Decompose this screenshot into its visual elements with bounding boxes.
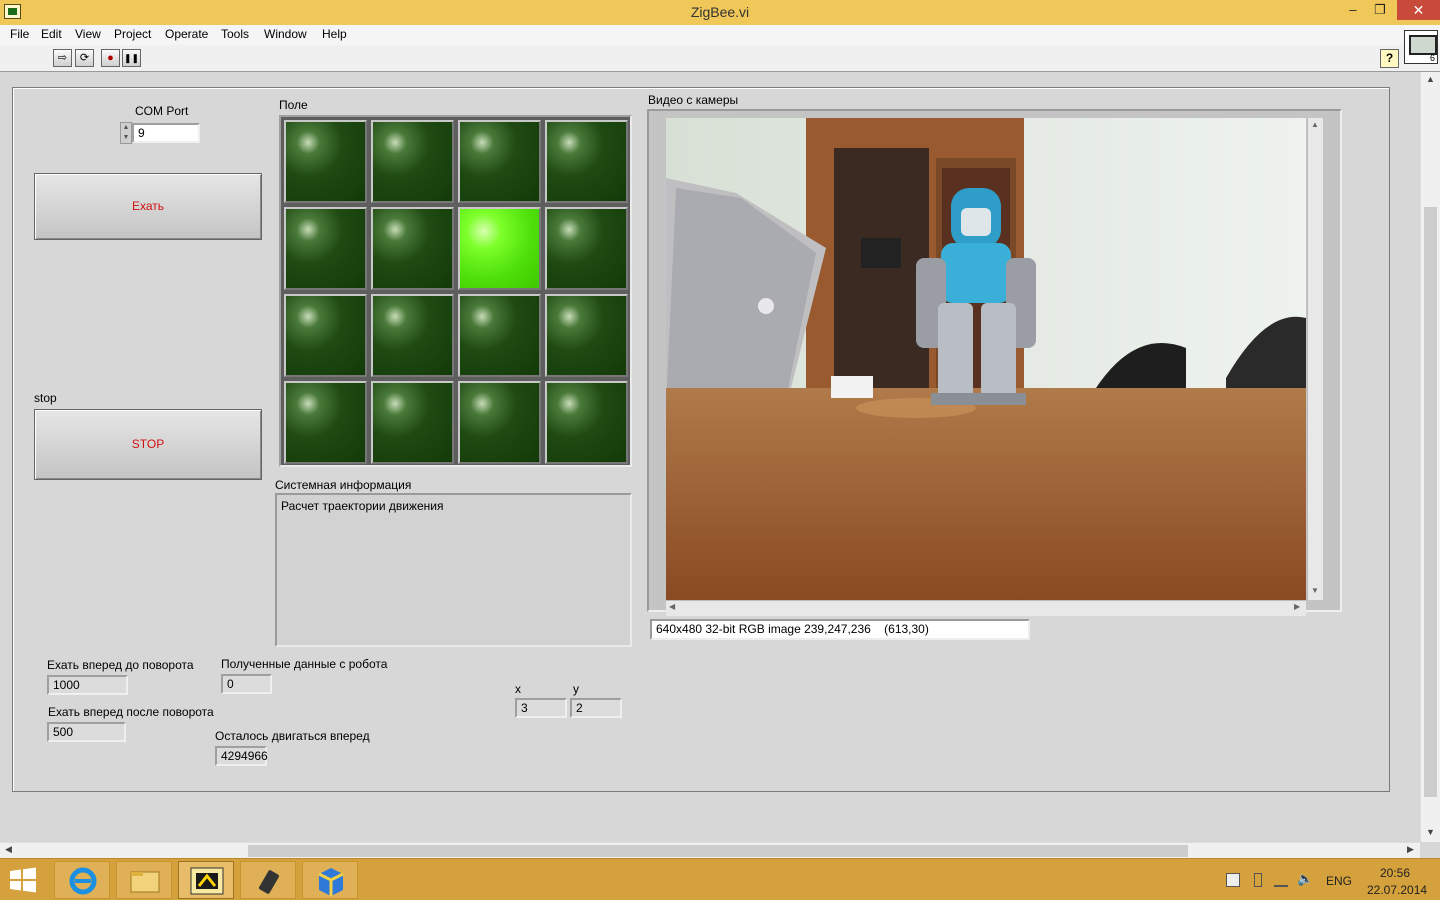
- field-cell-led[interactable]: [458, 381, 541, 464]
- restore-button[interactable]: ❐: [1365, 0, 1395, 22]
- menu-project[interactable]: Project: [112, 25, 153, 45]
- run-continuously-icon[interactable]: ⟳: [75, 49, 94, 67]
- menu-file[interactable]: File: [8, 25, 31, 45]
- file-explorer-icon[interactable]: [116, 861, 172, 899]
- toolbar: ⇨ ⟳ ● ❚❚ ?: [0, 45, 1440, 72]
- go-button[interactable]: Ехать: [34, 173, 262, 240]
- field-cell-led[interactable]: [545, 381, 628, 464]
- robot-scene-image: [666, 118, 1306, 600]
- clock-time[interactable]: 20:56: [1380, 866, 1410, 880]
- field-cell-led[interactable]: [284, 294, 367, 377]
- forward-before-turn-label: Ехать вперед до поворота: [47, 658, 194, 672]
- go-button-label: Ехать: [131, 199, 165, 213]
- menu-bar: File Edit View Project Operate Tools Win…: [0, 25, 1440, 45]
- camera-horizontal-scrollbar[interactable]: ◀ ▶: [666, 600, 1306, 616]
- menu-edit[interactable]: Edit: [39, 25, 64, 45]
- stop-button[interactable]: STOP: [34, 409, 262, 480]
- window-title: ZigBee.vi: [690, 4, 750, 20]
- windows-start-icon[interactable]: [8, 867, 38, 893]
- field-cell-led[interactable]: [371, 120, 454, 203]
- forward-after-turn-input[interactable]: 500: [47, 722, 126, 742]
- scroll-down-icon[interactable]: ▼: [1426, 827, 1435, 837]
- menu-operate[interactable]: Operate: [163, 25, 210, 45]
- menu-help[interactable]: Help: [320, 25, 349, 45]
- ie-icon[interactable]: [54, 861, 110, 899]
- field-cell-led[interactable]: [458, 207, 541, 290]
- system-info-text: Расчет траектории движения: [281, 499, 444, 513]
- forward-after-turn-label: Ехать вперед после поворота: [48, 705, 214, 719]
- menu-window[interactable]: Window: [262, 25, 309, 45]
- received-data-indicator: 0: [221, 674, 272, 694]
- title-bar[interactable]: ZigBee.vi – ❐ ✕: [0, 0, 1440, 25]
- field-cell-led[interactable]: [284, 207, 367, 290]
- y-indicator: 2: [570, 698, 622, 718]
- pause-icon[interactable]: ❚❚: [122, 49, 141, 67]
- system-info-textbox[interactable]: Расчет траектории движения: [275, 493, 632, 647]
- received-data-label: Полученные данные с робота: [221, 657, 388, 671]
- field-cell-led[interactable]: [284, 120, 367, 203]
- taskbar: 🔈 ENG 20:56 22.07.2014: [0, 858, 1440, 900]
- window-vertical-scrollbar[interactable]: ▲ ▼: [1420, 72, 1440, 842]
- camera-label: Видео с камеры: [648, 93, 739, 107]
- action-center-flag-icon[interactable]: [1226, 873, 1240, 887]
- y-label: y: [573, 682, 579, 696]
- window-vscroll-thumb[interactable]: [1424, 207, 1437, 797]
- battery-icon[interactable]: [1254, 873, 1262, 887]
- minimize-button[interactable]: –: [1338, 0, 1368, 22]
- field-cell-led[interactable]: [545, 207, 628, 290]
- remaining-forward-indicator: 4294966: [215, 746, 268, 766]
- volume-icon[interactable]: 🔈: [1297, 871, 1313, 887]
- field-cell-led[interactable]: [545, 294, 628, 377]
- x-label: x: [515, 682, 521, 696]
- window-horizontal-scrollbar[interactable]: ◀ ▶: [0, 842, 1420, 858]
- abort-execution-icon[interactable]: ●: [101, 49, 120, 67]
- vi-connector-icon[interactable]: [1404, 30, 1438, 64]
- remaining-forward-label: Осталось двигаться вперед: [215, 729, 370, 743]
- language-indicator[interactable]: ENG: [1326, 874, 1352, 888]
- window-hscroll-thumb[interactable]: [248, 845, 1188, 857]
- camera-image[interactable]: [666, 118, 1306, 600]
- package-icon[interactable]: [302, 861, 358, 899]
- menu-view[interactable]: View: [73, 25, 103, 45]
- scroll-left-icon[interactable]: ◀: [669, 602, 675, 611]
- system-info-label: Системная информация: [275, 478, 412, 492]
- field-cell-led[interactable]: [458, 120, 541, 203]
- remote-icon[interactable]: [240, 861, 296, 899]
- com-port-spinner[interactable]: ▲ ▼: [120, 122, 132, 144]
- com-port-label: COM Port: [135, 104, 189, 118]
- labview-icon[interactable]: [178, 861, 234, 899]
- clock-date[interactable]: 22.07.2014: [1367, 883, 1427, 897]
- com-port-input[interactable]: 9: [132, 123, 200, 143]
- network-icon[interactable]: [1274, 873, 1288, 887]
- menu-tools[interactable]: Tools: [219, 25, 251, 45]
- field-label: Поле: [279, 98, 308, 112]
- close-button[interactable]: ✕: [1397, 0, 1440, 20]
- scroll-right-icon[interactable]: ▶: [1294, 602, 1300, 611]
- image-info-readout: 640x480 32-bit RGB image 239,247,236 (61…: [650, 619, 1030, 640]
- field-cell-led[interactable]: [545, 120, 628, 203]
- run-arrow-icon[interactable]: ⇨: [53, 49, 72, 67]
- field-cell-led[interactable]: [371, 294, 454, 377]
- labview-app-icon[interactable]: [4, 4, 21, 19]
- forward-before-turn-input[interactable]: 1000: [47, 675, 128, 695]
- scroll-right-icon[interactable]: ▶: [1407, 844, 1414, 855]
- x-indicator: 3: [515, 698, 567, 718]
- scroll-up-icon[interactable]: ▲: [1426, 74, 1435, 84]
- scroll-up-icon[interactable]: ▲: [1311, 120, 1319, 129]
- stop-button-label: STOP: [131, 437, 165, 451]
- field-cell-led[interactable]: [371, 381, 454, 464]
- context-help-icon[interactable]: ?: [1380, 49, 1399, 68]
- field-cell-led[interactable]: [458, 294, 541, 377]
- scroll-left-icon[interactable]: ◀: [5, 844, 12, 855]
- stop-caption: stop: [34, 391, 57, 405]
- field-cell-led[interactable]: [371, 207, 454, 290]
- camera-vertical-scrollbar[interactable]: ▲ ▼: [1307, 118, 1323, 600]
- field-cell-led[interactable]: [284, 381, 367, 464]
- field-led-grid: [279, 115, 632, 467]
- scroll-down-icon[interactable]: ▼: [1311, 586, 1319, 595]
